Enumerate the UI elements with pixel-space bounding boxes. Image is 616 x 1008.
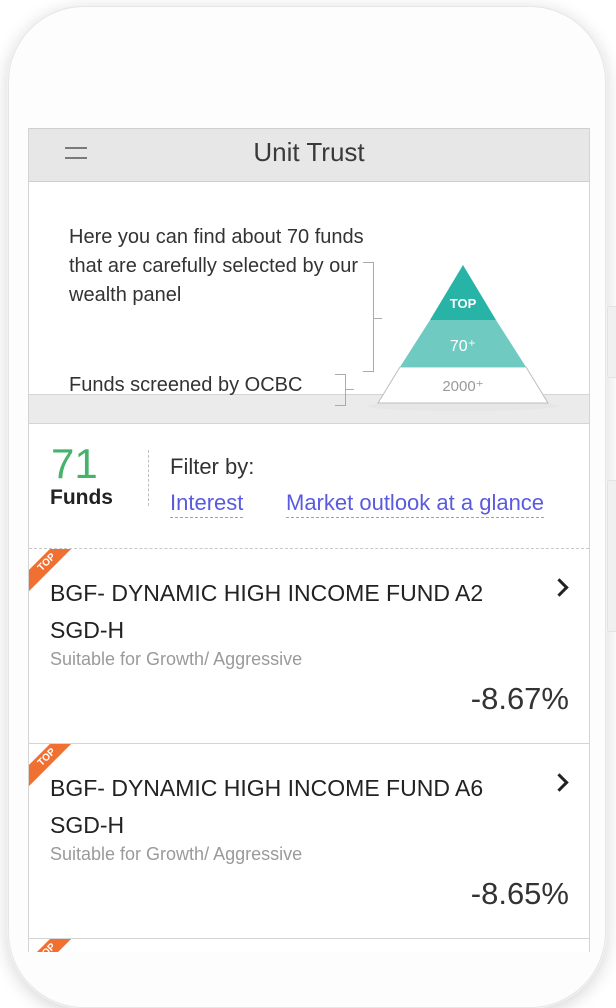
- bracket-divider: [335, 374, 346, 406]
- chevron-right-icon: [550, 578, 569, 597]
- filter-bar: 71 Funds Filter by: Interest Market outl…: [29, 424, 589, 549]
- fund-count-label: Funds: [50, 486, 113, 509]
- phone-side-button: [607, 480, 616, 632]
- intro-description: Here you can find about 70 funds that ar…: [69, 226, 364, 306]
- fund-list-item[interactable]: TOP BGF- DYNAMIC HIGH INCOME FUND A6 SGD…: [29, 744, 589, 939]
- screened-label: Funds screened by OCBC: [69, 374, 303, 396]
- top-badge: TOP: [29, 939, 81, 952]
- pyramid-graphic: TOP 70⁺ 2000⁺: [367, 265, 559, 411]
- pyramid-bottom-label: 2000⁺: [442, 378, 483, 395]
- fund-return: -8.65%: [470, 876, 569, 911]
- filter-interest-link[interactable]: Interest: [170, 490, 244, 518]
- app-screen: Unit Trust Here you can find about 70 fu…: [28, 128, 590, 952]
- fund-return: -8.67%: [470, 681, 569, 716]
- fund-name: BGF- DYNAMIC HIGH INCOME FUND A2 SGD-H: [50, 580, 484, 643]
- pyramid-top: [430, 265, 496, 320]
- divider: [148, 450, 149, 506]
- pyramid-middle-label: 70⁺: [450, 338, 476, 355]
- bracket-tick: [346, 389, 354, 390]
- filter-market-outlook-link[interactable]: Market outlook at a glance: [286, 490, 545, 518]
- phone-side-button: [607, 306, 616, 378]
- filter-label: Filter by:: [170, 454, 255, 479]
- chevron-right-icon: [550, 773, 569, 792]
- page-title: Unit Trust: [253, 137, 365, 167]
- fund-suitability: Suitable for Growth/ Aggressive: [50, 844, 303, 864]
- fund-list-item[interactable]: TOP: [29, 939, 589, 952]
- app-header: Unit Trust: [29, 128, 589, 182]
- intro-panel: Here you can find about 70 funds that ar…: [29, 182, 589, 411]
- fund-name: BGF- DYNAMIC HIGH INCOME FUND A6 SGD-H: [50, 775, 484, 838]
- pyramid-top-label: TOP: [450, 296, 477, 311]
- fund-list-item[interactable]: TOP BGF- DYNAMIC HIGH INCOME FUND A2 SGD…: [29, 549, 589, 744]
- fund-count: 71: [51, 440, 98, 487]
- fund-suitability: Suitable for Growth/ Aggressive: [50, 649, 303, 669]
